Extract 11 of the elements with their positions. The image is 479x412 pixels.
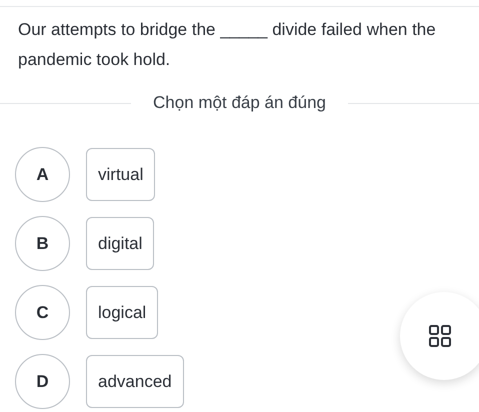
- question-text: Our attempts to bridge the _____ divide failed when the pandemic took hold.: [18, 19, 437, 71]
- answer-option[interactable]: virtual: [86, 148, 156, 201]
- answer-option[interactable]: logical: [86, 286, 158, 339]
- option-letter-button[interactable]: D: [15, 354, 70, 409]
- option-letter-button[interactable]: C: [15, 285, 70, 340]
- grid-icon: [429, 325, 451, 347]
- option-letter-button[interactable]: B: [15, 216, 70, 271]
- instruction-text: Chọn một đáp án đúng: [153, 93, 326, 113]
- answer-option[interactable]: digital: [86, 217, 154, 270]
- option-letter-button[interactable]: A: [15, 147, 70, 202]
- answer-option[interactable]: advanced: [86, 355, 184, 408]
